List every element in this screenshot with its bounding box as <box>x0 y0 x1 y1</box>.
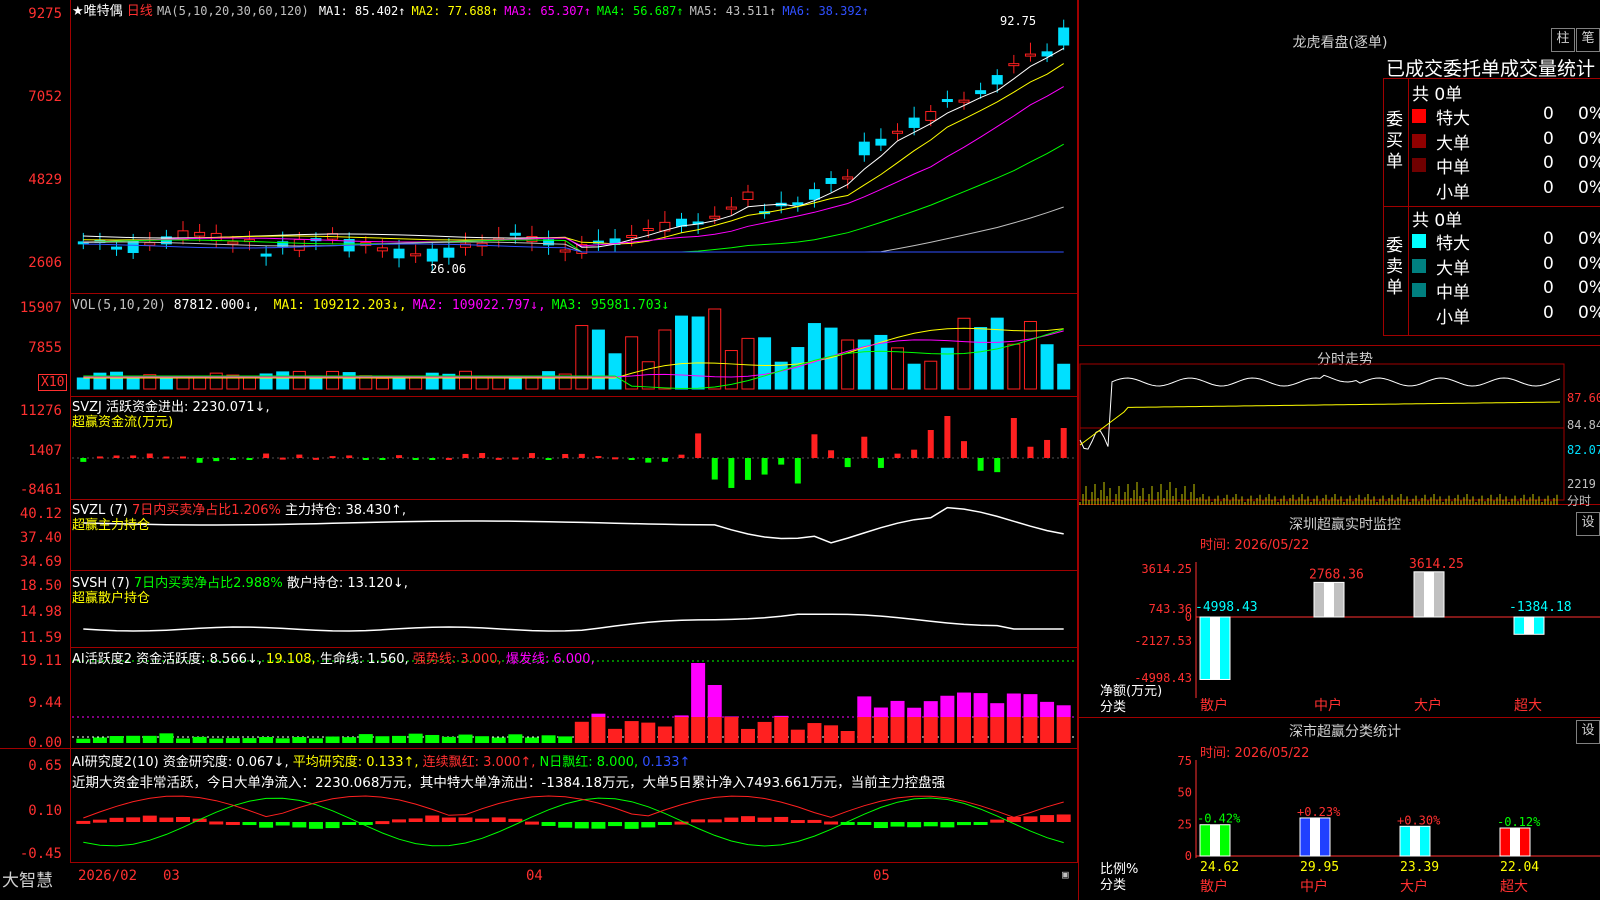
stat-bar-highlight <box>1210 824 1220 856</box>
monitor-bar-highlight <box>1324 582 1334 617</box>
monitor-category: 散户 <box>1200 697 1228 714</box>
monitor-y-tick: -4998.43 <box>1134 671 1192 685</box>
stat-y-tick: 0 <box>1185 849 1192 863</box>
stat-bar-change: +0.23% <box>1297 805 1341 819</box>
stat-y-tick: 50 <box>1178 786 1192 800</box>
stat-category: 散户 <box>1200 878 1228 895</box>
intraday-price-line <box>1079 374 1561 450</box>
stat-category: 超大 <box>1500 879 1528 895</box>
stat-bar-value: 29.95 <box>1300 860 1339 875</box>
monitor-y-tick: -2127.53 <box>1134 634 1192 648</box>
intraday-avg-line <box>1079 401 1561 446</box>
monitor-bar-highlight <box>1524 617 1534 635</box>
stat-bar-value: 23.39 <box>1400 860 1439 875</box>
monitor-bar-highlight <box>1424 571 1434 617</box>
stat-y-tick: 25 <box>1178 817 1192 831</box>
stat-category: 中户 <box>1300 878 1328 895</box>
stat-bar-change: +0.30% <box>1397 813 1441 827</box>
stat-bar-highlight <box>1310 817 1320 856</box>
stat-category: 大户 <box>1400 878 1428 895</box>
monitor-category: 中户 <box>1314 697 1342 714</box>
stat-bar-value: 22.04 <box>1500 860 1539 875</box>
right-charts-svg: 3614.25743.360-2127.53-4998.43-4998.43散户… <box>1079 363 1600 895</box>
stat-y-tick: 75 <box>1178 754 1192 768</box>
stat-bar-change: -0.12% <box>1497 815 1541 829</box>
monitor-bar-label: 3614.25 <box>1409 557 1464 572</box>
monitor-bar-label: -4998.43 <box>1195 600 1258 615</box>
monitor-bar-highlight <box>1210 617 1220 680</box>
intraday-grid <box>1079 363 1565 501</box>
monitor-category: 大户 <box>1414 697 1442 714</box>
monitor-category: 超大 <box>1514 698 1542 714</box>
monitor-y-tick: 0 <box>1185 610 1192 624</box>
monitor-bar-label: 2768.36 <box>1309 567 1364 582</box>
monitor-y-tick: 3614.25 <box>1141 562 1192 576</box>
stat-bar-highlight <box>1410 826 1420 856</box>
stat-bar-change: -0.42% <box>1197 812 1241 826</box>
monitor-bar-label: -1384.18 <box>1509 600 1572 615</box>
stat-bar-value: 24.62 <box>1200 860 1239 875</box>
stat-bar-highlight <box>1510 828 1520 856</box>
